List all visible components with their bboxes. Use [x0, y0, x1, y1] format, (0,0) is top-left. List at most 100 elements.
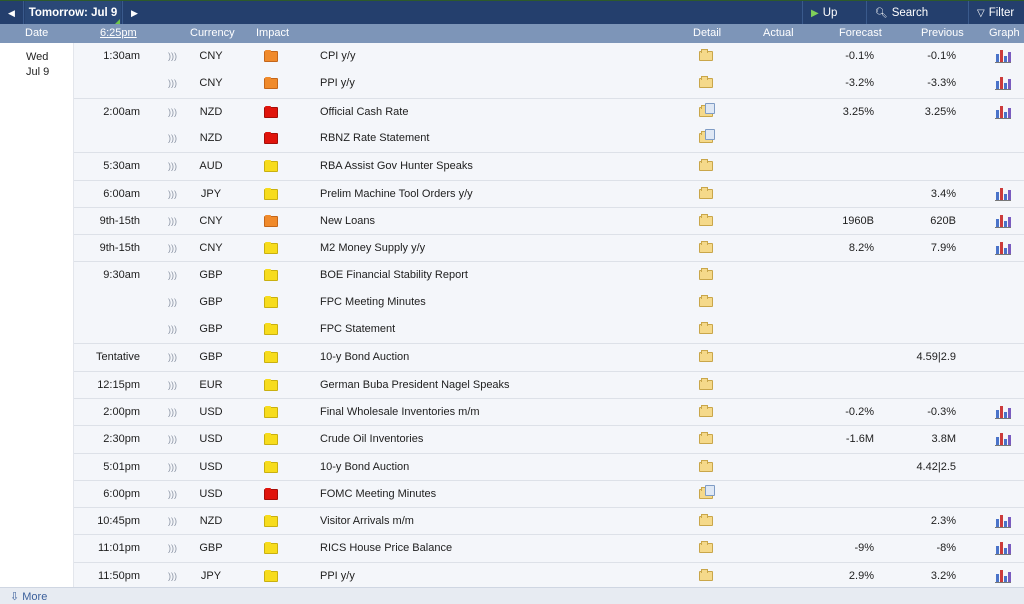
day-selector-button[interactable]: Tomorrow: Jul 9	[25, 1, 121, 25]
detail-folder-news-icon[interactable]	[699, 128, 715, 144]
detail-folder-icon[interactable]	[699, 268, 713, 281]
sound-alert-icon[interactable]: )))	[168, 380, 178, 390]
table-row[interactable]: 6:00pm))) USD FOMC Meeting Minutes	[74, 479, 1024, 507]
table-row[interactable]: 1:30am))) CNY CPI y/y -0.1% -0.1%	[74, 43, 1024, 70]
sound-alert-icon[interactable]: )))	[168, 78, 178, 88]
table-row[interactable]: 2:00am))) NZD Official Cash Rate 3.25% 3.25%	[74, 97, 1024, 125]
sound-alert-icon[interactable]: )))	[168, 434, 178, 444]
previous-day-button[interactable]: ◀	[0, 1, 24, 25]
table-row[interactable]: 9:30am))) GBP BOE Financial Stability Repo…	[74, 261, 1024, 288]
detail-folder-icon[interactable]	[699, 568, 713, 582]
sound-alert-icon[interactable]: )))	[168, 51, 178, 61]
detail-folder-icon[interactable]	[699, 186, 713, 200]
bar-chart-icon[interactable]	[995, 49, 1011, 63]
table-row[interactable]: 6:00am))) JPY Prelim Machine Tool Orders y…	[74, 179, 1024, 207]
sound-alert-icon[interactable]: )))	[168, 270, 178, 280]
event-title[interactable]: German Buba President Nagel Speaks	[320, 379, 510, 391]
sound-alert-icon[interactable]: )))	[168, 324, 178, 334]
event-time: 6:00pm	[103, 487, 140, 500]
bar-chart-icon[interactable]	[995, 541, 1011, 556]
event-title[interactable]: PPI y/y	[320, 570, 355, 582]
filter-button[interactable]: ▽ Filter	[968, 1, 1024, 25]
table-row[interactable]: 10:45pm))) NZD Visitor Arrivals m/m 2.3%	[74, 507, 1024, 534]
sound-alert-icon[interactable]: )))	[168, 107, 178, 117]
detail-folder-icon[interactable]	[699, 294, 713, 308]
event-title[interactable]: RICS House Price Balance	[320, 542, 452, 554]
event-title[interactable]: RBNZ Rate Statement	[320, 132, 429, 144]
event-title[interactable]: Final Wholesale Inventories m/m	[320, 406, 480, 418]
header-current-time-link[interactable]: 6:25pm	[100, 27, 137, 39]
detail-folder-icon[interactable]	[699, 459, 713, 473]
bar-chart-icon[interactable]	[995, 214, 1011, 228]
table-row[interactable]: ))) NZD RBNZ Rate Statement	[74, 125, 1024, 152]
event-title[interactable]: New Loans	[320, 215, 375, 227]
event-title[interactable]: FPC Meeting Minutes	[320, 296, 426, 308]
detail-folder-icon[interactable]	[699, 514, 713, 527]
table-row[interactable]: 9th-15th))) CNY M2 Money Supply y/y 8.2% 7.9…	[74, 234, 1024, 261]
sound-alert-icon[interactable]: )))	[168, 161, 178, 171]
event-title[interactable]: 10-y Bond Auction	[320, 351, 409, 363]
sound-alert-icon[interactable]: )))	[168, 352, 178, 362]
sound-alert-icon[interactable]: )))	[168, 516, 178, 526]
bar-chart-icon[interactable]	[995, 76, 1011, 91]
table-row[interactable]: 2:00pm))) USD Final Wholesale Inventories …	[74, 397, 1024, 425]
sound-alert-icon[interactable]: )))	[168, 216, 178, 226]
detail-folder-news-icon[interactable]	[699, 484, 715, 500]
sound-alert-icon[interactable]: )))	[168, 189, 178, 199]
detail-folder-icon[interactable]	[699, 432, 713, 445]
detail-folder-icon[interactable]	[699, 377, 713, 391]
table-row[interactable]: 11:01pm))) GBP RICS House Price Balance -9%…	[74, 534, 1024, 561]
sound-alert-icon[interactable]: )))	[168, 407, 178, 417]
detail-folder-icon[interactable]	[699, 159, 713, 172]
more-link[interactable]: ⇩ More	[10, 590, 47, 603]
detail-folder-icon[interactable]	[699, 350, 713, 363]
table-row[interactable]: 5:30am))) AUD RBA Assist Gov Hunter Speaks	[74, 152, 1024, 179]
detail-folder-icon[interactable]	[699, 49, 713, 62]
table-row[interactable]: 12:15pm))) EUR German Buba President Nagel…	[74, 370, 1024, 398]
table-row[interactable]: 5:01pm))) USD 10-y Bond Auction 4.42|2.5	[74, 452, 1024, 480]
detail-folder-icon[interactable]	[699, 76, 713, 89]
event-title[interactable]: CPI y/y	[320, 50, 355, 62]
bar-chart-icon[interactable]	[995, 187, 1011, 201]
table-row[interactable]: ))) GBP FPC Meeting Minutes	[74, 289, 1024, 316]
up-next-button[interactable]: ▶Up Next	[802, 1, 866, 44]
sound-alert-icon[interactable]: )))	[168, 297, 178, 307]
event-title[interactable]: RBA Assist Gov Hunter Speaks	[320, 160, 473, 172]
table-row[interactable]: ))) GBP FPC Statement	[74, 316, 1024, 343]
event-title[interactable]: BOE Financial Stability Report	[320, 269, 468, 281]
detail-folder-icon[interactable]	[699, 541, 713, 554]
bar-chart-icon[interactable]	[995, 105, 1011, 119]
event-title[interactable]: FPC Statement	[320, 323, 395, 335]
bar-chart-icon[interactable]	[995, 514, 1011, 529]
sound-alert-icon[interactable]: )))	[168, 543, 178, 553]
search-events-button[interactable]: 🔍︎Search Events	[866, 1, 968, 44]
table-row[interactable]: ))) CNY PPI y/y -3.2% -3.3%	[74, 70, 1024, 97]
table-row[interactable]: 9th-15th))) CNY New Loans 1960B 620B	[74, 206, 1024, 234]
detail-folder-icon[interactable]	[699, 241, 713, 254]
table-row[interactable]: 2:30pm))) USD Crude Oil Inventories -1.6M 3.…	[74, 425, 1024, 452]
event-title[interactable]: FOMC Meeting Minutes	[320, 488, 436, 500]
sound-alert-icon[interactable]: )))	[168, 243, 178, 253]
sound-alert-icon[interactable]: )))	[168, 571, 178, 581]
event-title[interactable]: Prelim Machine Tool Orders y/y	[320, 188, 473, 200]
sound-alert-icon[interactable]: )))	[168, 133, 178, 143]
sound-alert-icon[interactable]: )))	[168, 462, 178, 472]
detail-folder-icon[interactable]	[699, 322, 713, 335]
table-row[interactable]: Tentative))) GBP 10-y Bond Auction 4.59|2.9	[74, 343, 1024, 370]
table-row[interactable]: 11:50pm))) JPY PPI y/y 2.9% 3.2%	[74, 561, 1024, 589]
detail-folder-icon[interactable]	[699, 404, 713, 418]
event-title[interactable]: M2 Money Supply y/y	[320, 242, 425, 254]
sound-alert-icon[interactable]: )))	[168, 489, 178, 499]
event-title[interactable]: PPI y/y	[320, 77, 355, 89]
bar-chart-icon[interactable]	[995, 432, 1011, 447]
event-title[interactable]: 10-y Bond Auction	[320, 461, 409, 473]
detail-folder-icon[interactable]	[699, 213, 713, 227]
bar-chart-icon[interactable]	[995, 405, 1011, 419]
event-title[interactable]: Crude Oil Inventories	[320, 433, 423, 445]
bar-chart-icon[interactable]	[995, 241, 1011, 256]
detail-folder-news-icon[interactable]	[699, 102, 715, 118]
event-title[interactable]: Visitor Arrivals m/m	[320, 515, 414, 527]
next-day-button[interactable]: ▶	[122, 1, 146, 25]
event-title[interactable]: Official Cash Rate	[320, 106, 408, 118]
bar-chart-icon[interactable]	[995, 569, 1011, 583]
